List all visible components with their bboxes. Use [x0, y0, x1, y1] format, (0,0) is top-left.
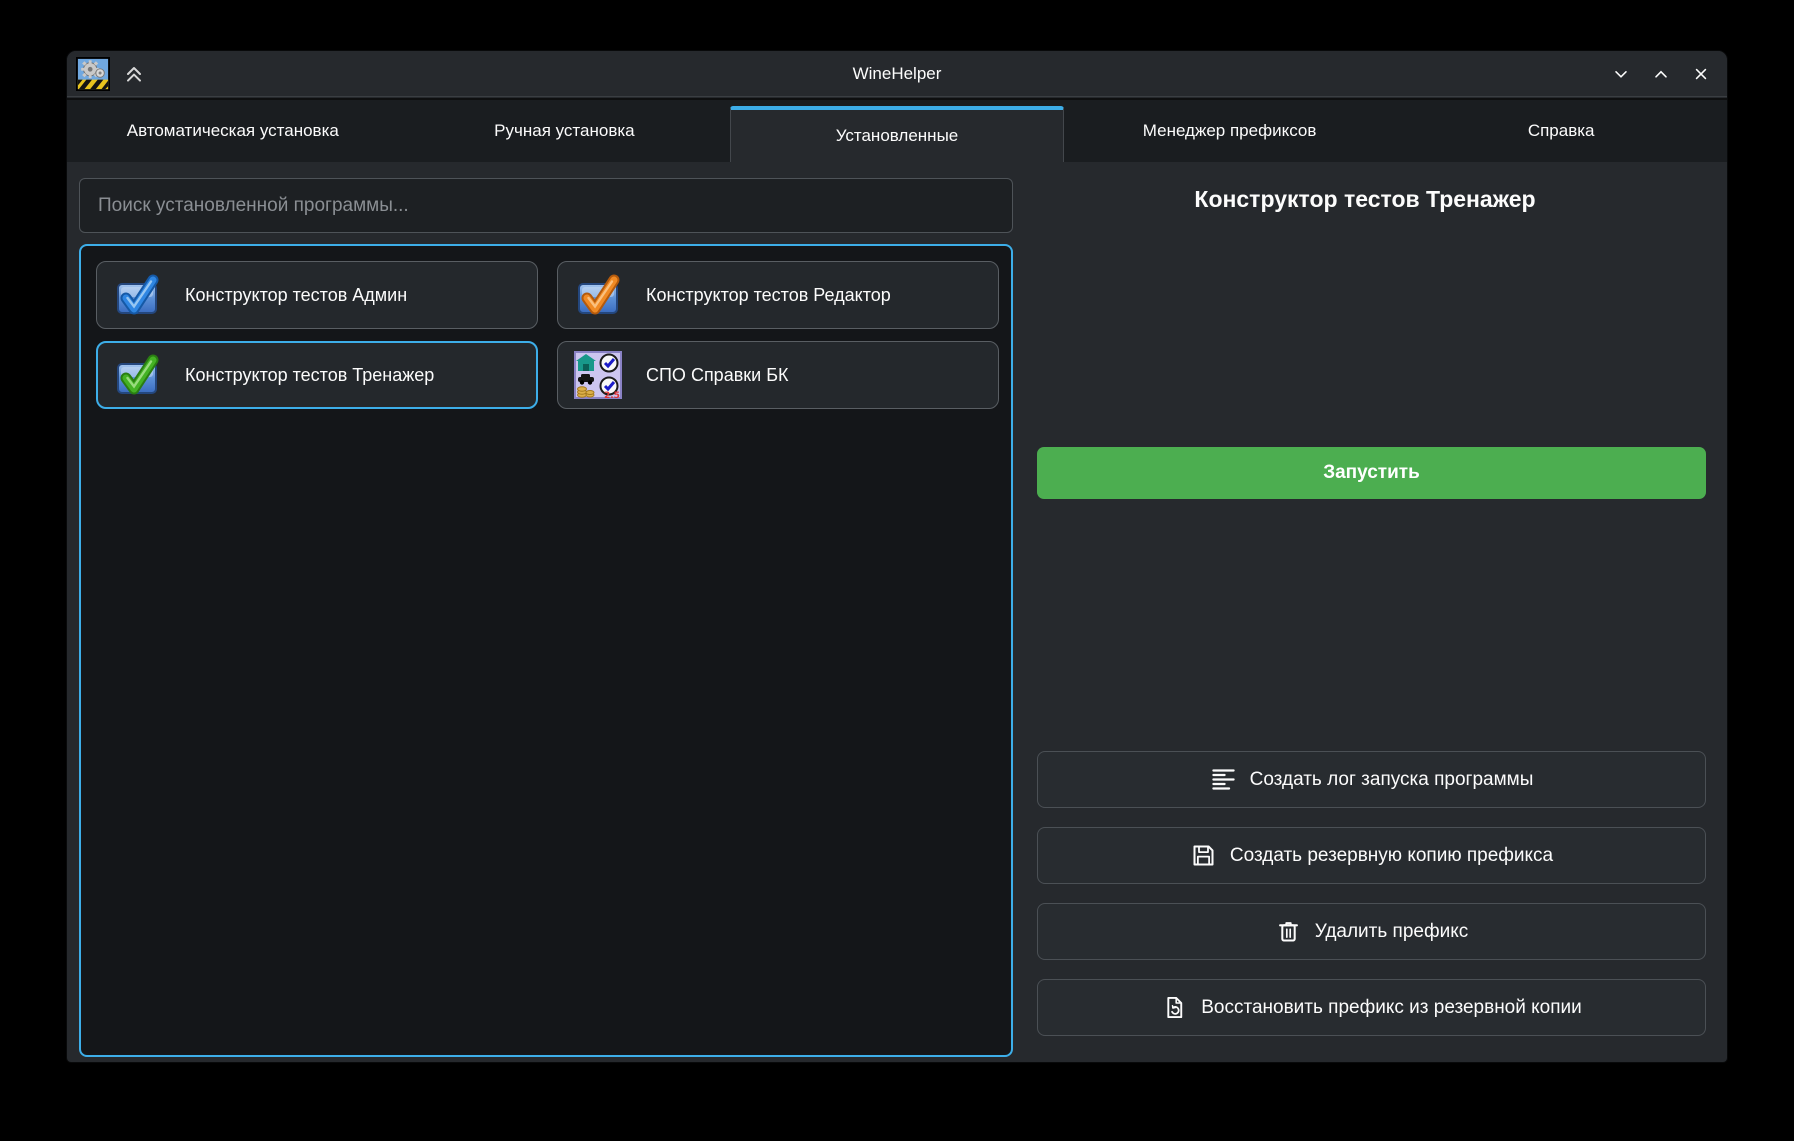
- restore-prefix-button[interactable]: Восстановить префикс из резервной копии: [1037, 979, 1706, 1036]
- program-item-admin[interactable]: Конструктор тестов Админ: [96, 261, 538, 329]
- create-log-button[interactable]: Создать лог запуска программы: [1037, 751, 1706, 808]
- window-controls: [1605, 59, 1717, 89]
- tab-help[interactable]: Справка: [1395, 100, 1727, 162]
- tab-manual-install[interactable]: Ручная установка: [399, 100, 731, 162]
- program-item-spo-spravki[interactable]: 2.5 СПО Справки БК: [557, 341, 999, 409]
- close-button[interactable]: [1685, 59, 1717, 89]
- search-input[interactable]: [79, 178, 1013, 233]
- keep-above-button[interactable]: [119, 59, 149, 89]
- checkmark-green-icon: [113, 351, 161, 399]
- run-button[interactable]: Запустить: [1037, 447, 1706, 499]
- winehelper-window: WineHelper Автоматическая установка Ручн: [66, 50, 1728, 1063]
- svg-text:2.5: 2.5: [604, 391, 620, 399]
- window-menu-button[interactable]: [75, 56, 111, 92]
- double-chevron-up-icon: [122, 62, 146, 86]
- program-item-trainer[interactable]: Конструктор тестов Тренажер: [96, 341, 538, 409]
- backup-prefix-button[interactable]: Создать резервную копию префикса: [1037, 827, 1706, 884]
- installed-programs-list: Конструктор тестов Админ Конструктор тес…: [79, 244, 1013, 1057]
- checkmark-blue-icon: [113, 271, 161, 319]
- action-label: Удалить префикс: [1315, 921, 1469, 943]
- program-label: Конструктор тестов Редактор: [646, 285, 891, 306]
- window-title: WineHelper: [67, 64, 1727, 84]
- trash-icon: [1275, 918, 1302, 945]
- program-label: Конструктор тестов Тренажер: [185, 365, 434, 386]
- tab-installed[interactable]: Установленные: [730, 106, 1064, 162]
- chevron-up-icon: [1651, 64, 1671, 84]
- action-label: Создать резервную копию префикса: [1230, 845, 1553, 867]
- winehelper-app-icon: [76, 57, 110, 91]
- program-label: СПО Справки БК: [646, 365, 789, 386]
- maximize-button[interactable]: [1645, 59, 1677, 89]
- tab-bar: Автоматическая установка Ручная установк…: [67, 100, 1727, 162]
- log-lines-icon: [1210, 766, 1237, 793]
- tab-auto-install[interactable]: Автоматическая установка: [67, 100, 399, 162]
- floppy-disk-icon: [1190, 842, 1217, 869]
- program-item-editor[interactable]: Конструктор тестов Редактор: [557, 261, 999, 329]
- checkmark-orange-icon: [574, 271, 622, 319]
- action-label: Создать лог запуска программы: [1250, 769, 1534, 791]
- spo-spravki-icon: 2.5: [574, 351, 622, 399]
- tab-prefix-manager[interactable]: Менеджер префиксов: [1064, 100, 1396, 162]
- action-label: Восстановить префикс из резервной копии: [1201, 997, 1582, 1019]
- close-icon: [1691, 64, 1711, 84]
- file-restore-icon: [1161, 994, 1188, 1021]
- chevron-down-icon: [1611, 64, 1631, 84]
- titlebar: WineHelper: [67, 51, 1727, 97]
- program-label: Конструктор тестов Админ: [185, 285, 407, 306]
- selected-program-title: Конструктор тестов Тренажер: [1025, 186, 1705, 213]
- delete-prefix-button[interactable]: Удалить префикс: [1037, 903, 1706, 960]
- minimize-button[interactable]: [1605, 59, 1637, 89]
